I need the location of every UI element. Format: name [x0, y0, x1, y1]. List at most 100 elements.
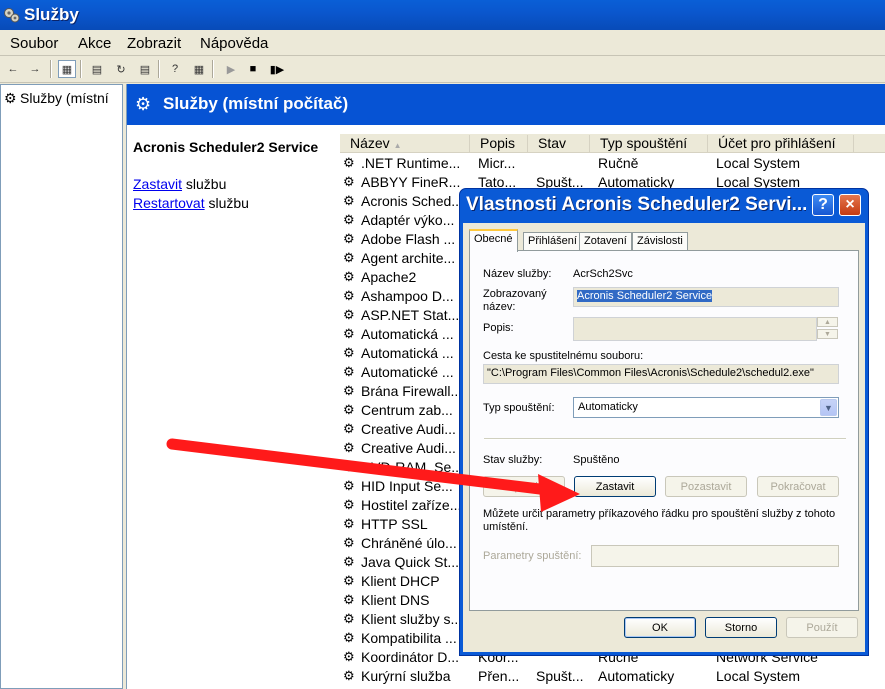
resume-button[interactable]: Pokračovat [757, 476, 839, 497]
service-name-cell: Brána Firewall... [361, 383, 463, 399]
help-button[interactable]: ? [812, 194, 834, 216]
menu-zobrazit[interactable]: Zobrazit [127, 35, 181, 52]
params-note-line1: Můžete určit parametry příkazového řádku… [483, 508, 836, 520]
tab-recovery[interactable]: Zotavení [579, 232, 632, 251]
service-name-value: AcrSch2Svc [573, 268, 633, 280]
services-banner: ⚙ Služby (místní počítač) [127, 84, 885, 133]
toolbar-separator [80, 60, 82, 78]
back-arrow-icon[interactable]: ← [4, 60, 22, 78]
gear-service-icon: ⚙ [343, 668, 355, 683]
column-header-description[interactable]: Popis [470, 135, 528, 153]
description-field[interactable] [573, 317, 817, 341]
properties-icon[interactable]: ▤ [88, 60, 106, 78]
service-name-cell: Klient DNS [361, 592, 430, 608]
service-name-cell: Automatická ... [361, 345, 454, 361]
list-header: Název ▲ Popis Stav Typ spouštění Účet pr… [340, 134, 885, 153]
params-note-line2: umístění. [483, 521, 529, 533]
console-tree-icon[interactable]: ▦ [190, 60, 208, 78]
gear-service-icon: ⚙ [343, 212, 355, 227]
column-header-startup-type[interactable]: Typ spouštění [590, 135, 708, 153]
display-name-label-line1: Zobrazovaný [483, 288, 547, 300]
forward-arrow-icon[interactable]: → [26, 60, 44, 78]
toolbar-separator [212, 60, 214, 78]
start-params-field[interactable] [591, 545, 839, 567]
service-name-cell: Hostitel zaříze... [361, 497, 462, 513]
ok-button[interactable]: OK [624, 617, 696, 638]
tab-general[interactable]: Obecné [469, 229, 518, 252]
scroll-down-icon[interactable]: ▼ [817, 329, 838, 339]
service-name-cell: Automatická ... [361, 326, 454, 342]
apply-button[interactable]: Použít [786, 617, 858, 638]
startup-type-select[interactable]: Automaticky ▼ [573, 397, 839, 418]
executable-path-field[interactable]: "C:\Program Files\Common Files\Acronis\S… [483, 364, 839, 384]
close-button[interactable]: × [839, 194, 861, 216]
display-name-value: Acronis Scheduler2 Service [577, 290, 713, 302]
restart-service-link[interactable]: Restartovat [133, 195, 205, 211]
service-name-cell: Koordinátor D... [361, 649, 460, 665]
selected-service-name: Acronis Scheduler2 Service [133, 139, 319, 155]
display-name-field[interactable]: Acronis Scheduler2 Service [573, 287, 839, 307]
service-name-cell: ASP.NET Stat... [361, 307, 460, 323]
table-row[interactable]: ⚙ .NET Runtime... Micr... Ručně Local System [340, 154, 885, 173]
general-tab-panel: Název služby: AcrSch2Svc Zobrazovaný náz… [469, 250, 859, 611]
gear-service-icon: ⚙ [343, 345, 355, 360]
startup-type-value: Automaticky [578, 401, 638, 413]
column-header-logon-account[interactable]: Účet pro přihlášení [708, 135, 854, 153]
show-hide-tree-icon[interactable]: ▦ [58, 60, 76, 78]
tree-node-label: Služby (místní [20, 90, 109, 106]
service-name-label: Název služby: [483, 268, 552, 280]
scroll-up-icon[interactable]: ▲ [817, 317, 838, 327]
service-name-cell: ABBYY FineR... [361, 174, 461, 190]
service-name-cell: Java Quick St... [361, 554, 460, 570]
gear-service-icon: ⚙ [343, 402, 355, 417]
tab-logon[interactable]: Přihlášení [523, 232, 582, 251]
chevron-down-icon[interactable]: ▼ [820, 399, 837, 416]
start-service-icon[interactable]: ▶ [222, 60, 240, 78]
service-name-cell: Kurýrní služba [361, 668, 451, 684]
service-name-cell: Kompatibilita ... [361, 630, 457, 646]
refresh-icon[interactable]: ↻ [112, 60, 130, 78]
gear-service-icon: ⚙ [343, 421, 355, 436]
table-row[interactable]: ⚙ Kurýrní služba Přen... Spušt... Automatick… [340, 667, 885, 686]
close-icon: × [845, 196, 855, 213]
tab-dependencies[interactable]: Závislosti [632, 232, 688, 251]
tree-node-services[interactable]: ⚙ Služby (místní [4, 90, 109, 107]
menu-akce[interactable]: Akce [78, 35, 111, 52]
menu-napoveda[interactable]: Nápověda [200, 35, 268, 52]
gear-service-icon: ⚙ [343, 440, 355, 455]
service-name-cell: Adobe Flash ... [361, 231, 456, 247]
service-name-cell: Ashampoo D... [361, 288, 454, 304]
toolbar-separator [50, 60, 52, 78]
service-description-cell: Přen... [478, 668, 520, 684]
menu-soubor[interactable]: Soubor [10, 35, 58, 52]
column-header-state[interactable]: Stav [528, 135, 590, 153]
stop-service-icon[interactable]: ■ [244, 60, 262, 78]
gear-service-icon: ⚙ [343, 649, 355, 664]
stop-service-action: Zastavit službu [133, 175, 333, 194]
gear-service-icon: ⚙ [343, 326, 355, 341]
stop-button[interactable]: Zastavit [574, 476, 656, 497]
window-titlebar[interactable]: Služby [0, 0, 885, 30]
column-header-name[interactable]: Název ▲ [340, 135, 470, 153]
service-name-cell: Klient DHCP [361, 573, 440, 589]
service-name-cell: Adaptér výko... [361, 212, 455, 228]
gear-service-icon: ⚙ [343, 288, 355, 303]
help-icon[interactable]: ? [166, 60, 184, 78]
stop-service-link[interactable]: Zastavit [133, 176, 182, 192]
cancel-button[interactable]: Storno [705, 617, 777, 638]
gear-service-icon: ⚙ [343, 459, 355, 474]
pause-button[interactable]: Pozastavit [665, 476, 747, 497]
gear-service-icon: ⚙ [343, 269, 355, 284]
description-label: Popis: [483, 322, 514, 334]
restart-service-suffix: službu [204, 195, 249, 211]
dialog-title: Vlastnosti Acronis Scheduler2 Servi... [466, 194, 806, 215]
gear-services-icon: ⚙ [135, 94, 152, 114]
service-status-label: Stav služby: [483, 454, 543, 466]
pause-resume-icon[interactable]: ▮▶ [268, 60, 286, 78]
gear-service-icon: ⚙ [343, 592, 355, 607]
export-list-icon[interactable]: ▤ [136, 60, 154, 78]
start-button[interactable]: Spustit [483, 476, 565, 497]
gear-service-icon: ⚙ [343, 364, 355, 379]
gear-service-icon: ⚙ [343, 250, 355, 265]
gear-service-icon: ⚙ [343, 573, 355, 588]
